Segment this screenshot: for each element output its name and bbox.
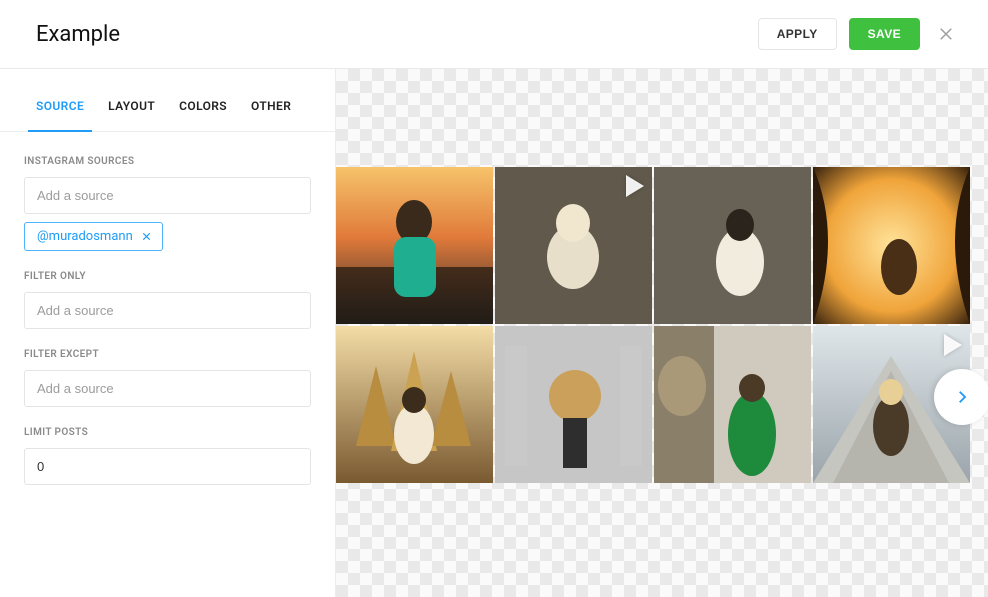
source-chip-label: @muradosmann xyxy=(37,229,133,244)
close-icon[interactable] xyxy=(932,20,960,48)
grid-tile[interactable] xyxy=(336,326,493,483)
limit-posts-input[interactable] xyxy=(24,448,311,485)
sidebar: SOURCE LAYOUT COLORS OTHER INSTAGRAM SOU… xyxy=(0,69,336,597)
instagram-sources-input[interactable] xyxy=(24,177,311,214)
filter-only-label: FILTER ONLY xyxy=(24,271,311,282)
tab-layout[interactable]: LAYOUT xyxy=(108,99,155,131)
grid-tile[interactable] xyxy=(813,167,970,324)
grid-tile[interactable] xyxy=(495,326,652,483)
filter-only-input[interactable] xyxy=(24,292,311,329)
grid-tile[interactable] xyxy=(495,167,652,324)
save-button[interactable]: SAVE xyxy=(849,18,920,50)
play-icon xyxy=(944,334,962,356)
filter-except-label: FILTER EXCEPT xyxy=(24,349,311,360)
tab-colors[interactable]: COLORS xyxy=(179,99,227,131)
page-title: Example xyxy=(36,22,120,47)
play-icon xyxy=(626,175,644,197)
grid-tile[interactable] xyxy=(654,326,811,483)
preview-area xyxy=(336,69,988,597)
instagram-sources-label: INSTAGRAM SOURCES xyxy=(24,156,311,167)
image-grid xyxy=(336,167,970,483)
source-chip[interactable]: @muradosmann xyxy=(24,222,163,251)
grid-tile[interactable] xyxy=(654,167,811,324)
chip-remove-icon[interactable] xyxy=(141,231,152,242)
limit-posts-label: LIMIT POSTS xyxy=(24,427,311,438)
tab-source[interactable]: SOURCE xyxy=(36,99,84,131)
tabs: SOURCE LAYOUT COLORS OTHER xyxy=(0,69,335,132)
next-button[interactable] xyxy=(934,369,988,425)
apply-button[interactable]: APPLY xyxy=(758,18,837,50)
tab-other[interactable]: OTHER xyxy=(251,99,291,131)
filter-except-input[interactable] xyxy=(24,370,311,407)
grid-tile[interactable] xyxy=(336,167,493,324)
